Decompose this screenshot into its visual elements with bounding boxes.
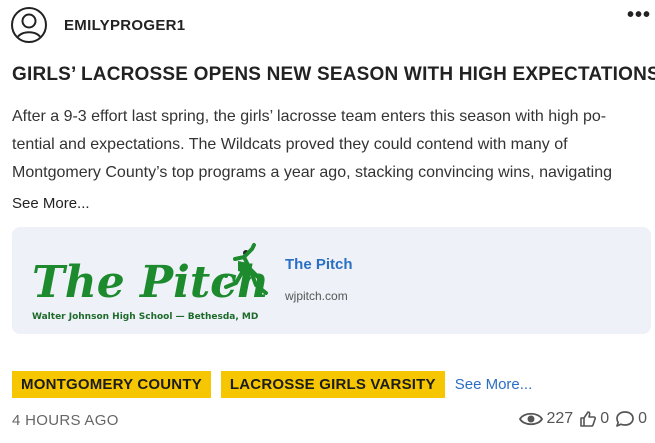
tags-see-more-link[interactable]: See More... — [455, 376, 533, 393]
more-options-icon[interactable]: ••• — [627, 5, 651, 25]
post-body: After a 9-3 effort last spring, the girl… — [12, 103, 646, 187]
likes-stat[interactable]: 0 — [579, 410, 609, 428]
comments-count: 0 — [638, 410, 647, 427]
views-count: 227 — [546, 410, 574, 427]
see-more-link[interactable]: See More... — [12, 195, 90, 212]
post-headline[interactable]: GIRLS’ LACROSSE OPENS NEW SEASON WITH HI… — [12, 64, 655, 86]
the-pitch-logo: The Pitch Walter Johnson High School — B… — [32, 243, 269, 322]
logo-subtitle: Walter Johnson High School — Bethesda, M… — [32, 312, 258, 322]
likes-count: 0 — [600, 410, 610, 427]
username[interactable]: EMILYPROGER1 — [64, 17, 185, 34]
avatar[interactable] — [11, 7, 47, 43]
user-avatar-icon — [16, 13, 42, 40]
comments-stat[interactable]: 0 — [615, 410, 647, 428]
post-timestamp: 4 HOURS AGO — [12, 412, 119, 429]
comment-icon — [616, 411, 634, 427]
link-title[interactable]: The Pitch — [285, 256, 353, 273]
link-preview-card[interactable]: The Pitch Walter Johnson High School — B… — [12, 227, 651, 334]
post-body-line: After a 9-3 effort last spring, the girl… — [12, 108, 607, 125]
post-stats: 227 0 0 — [513, 410, 647, 428]
post-header: EMILYPROGER1 — [11, 7, 651, 43]
tag-list: MONTGOMERY COUNTY LACROSSE GIRLS VARSITY… — [12, 371, 532, 398]
tag-montgomery-county[interactable]: MONTGOMERY COUNTY — [12, 371, 211, 398]
views-stat: 227 — [519, 410, 573, 428]
tag-lacrosse-girls-varsity[interactable]: LACROSSE GIRLS VARSITY — [220, 371, 445, 398]
link-domain: wjpitch.com — [285, 289, 348, 303]
thumbs-up-icon — [580, 411, 597, 427]
post-body-line: tential and expectations. The Wildcats p… — [12, 136, 568, 153]
post-body-line: Montgomery County’s top programs a year … — [12, 164, 613, 181]
eye-icon — [519, 412, 544, 426]
